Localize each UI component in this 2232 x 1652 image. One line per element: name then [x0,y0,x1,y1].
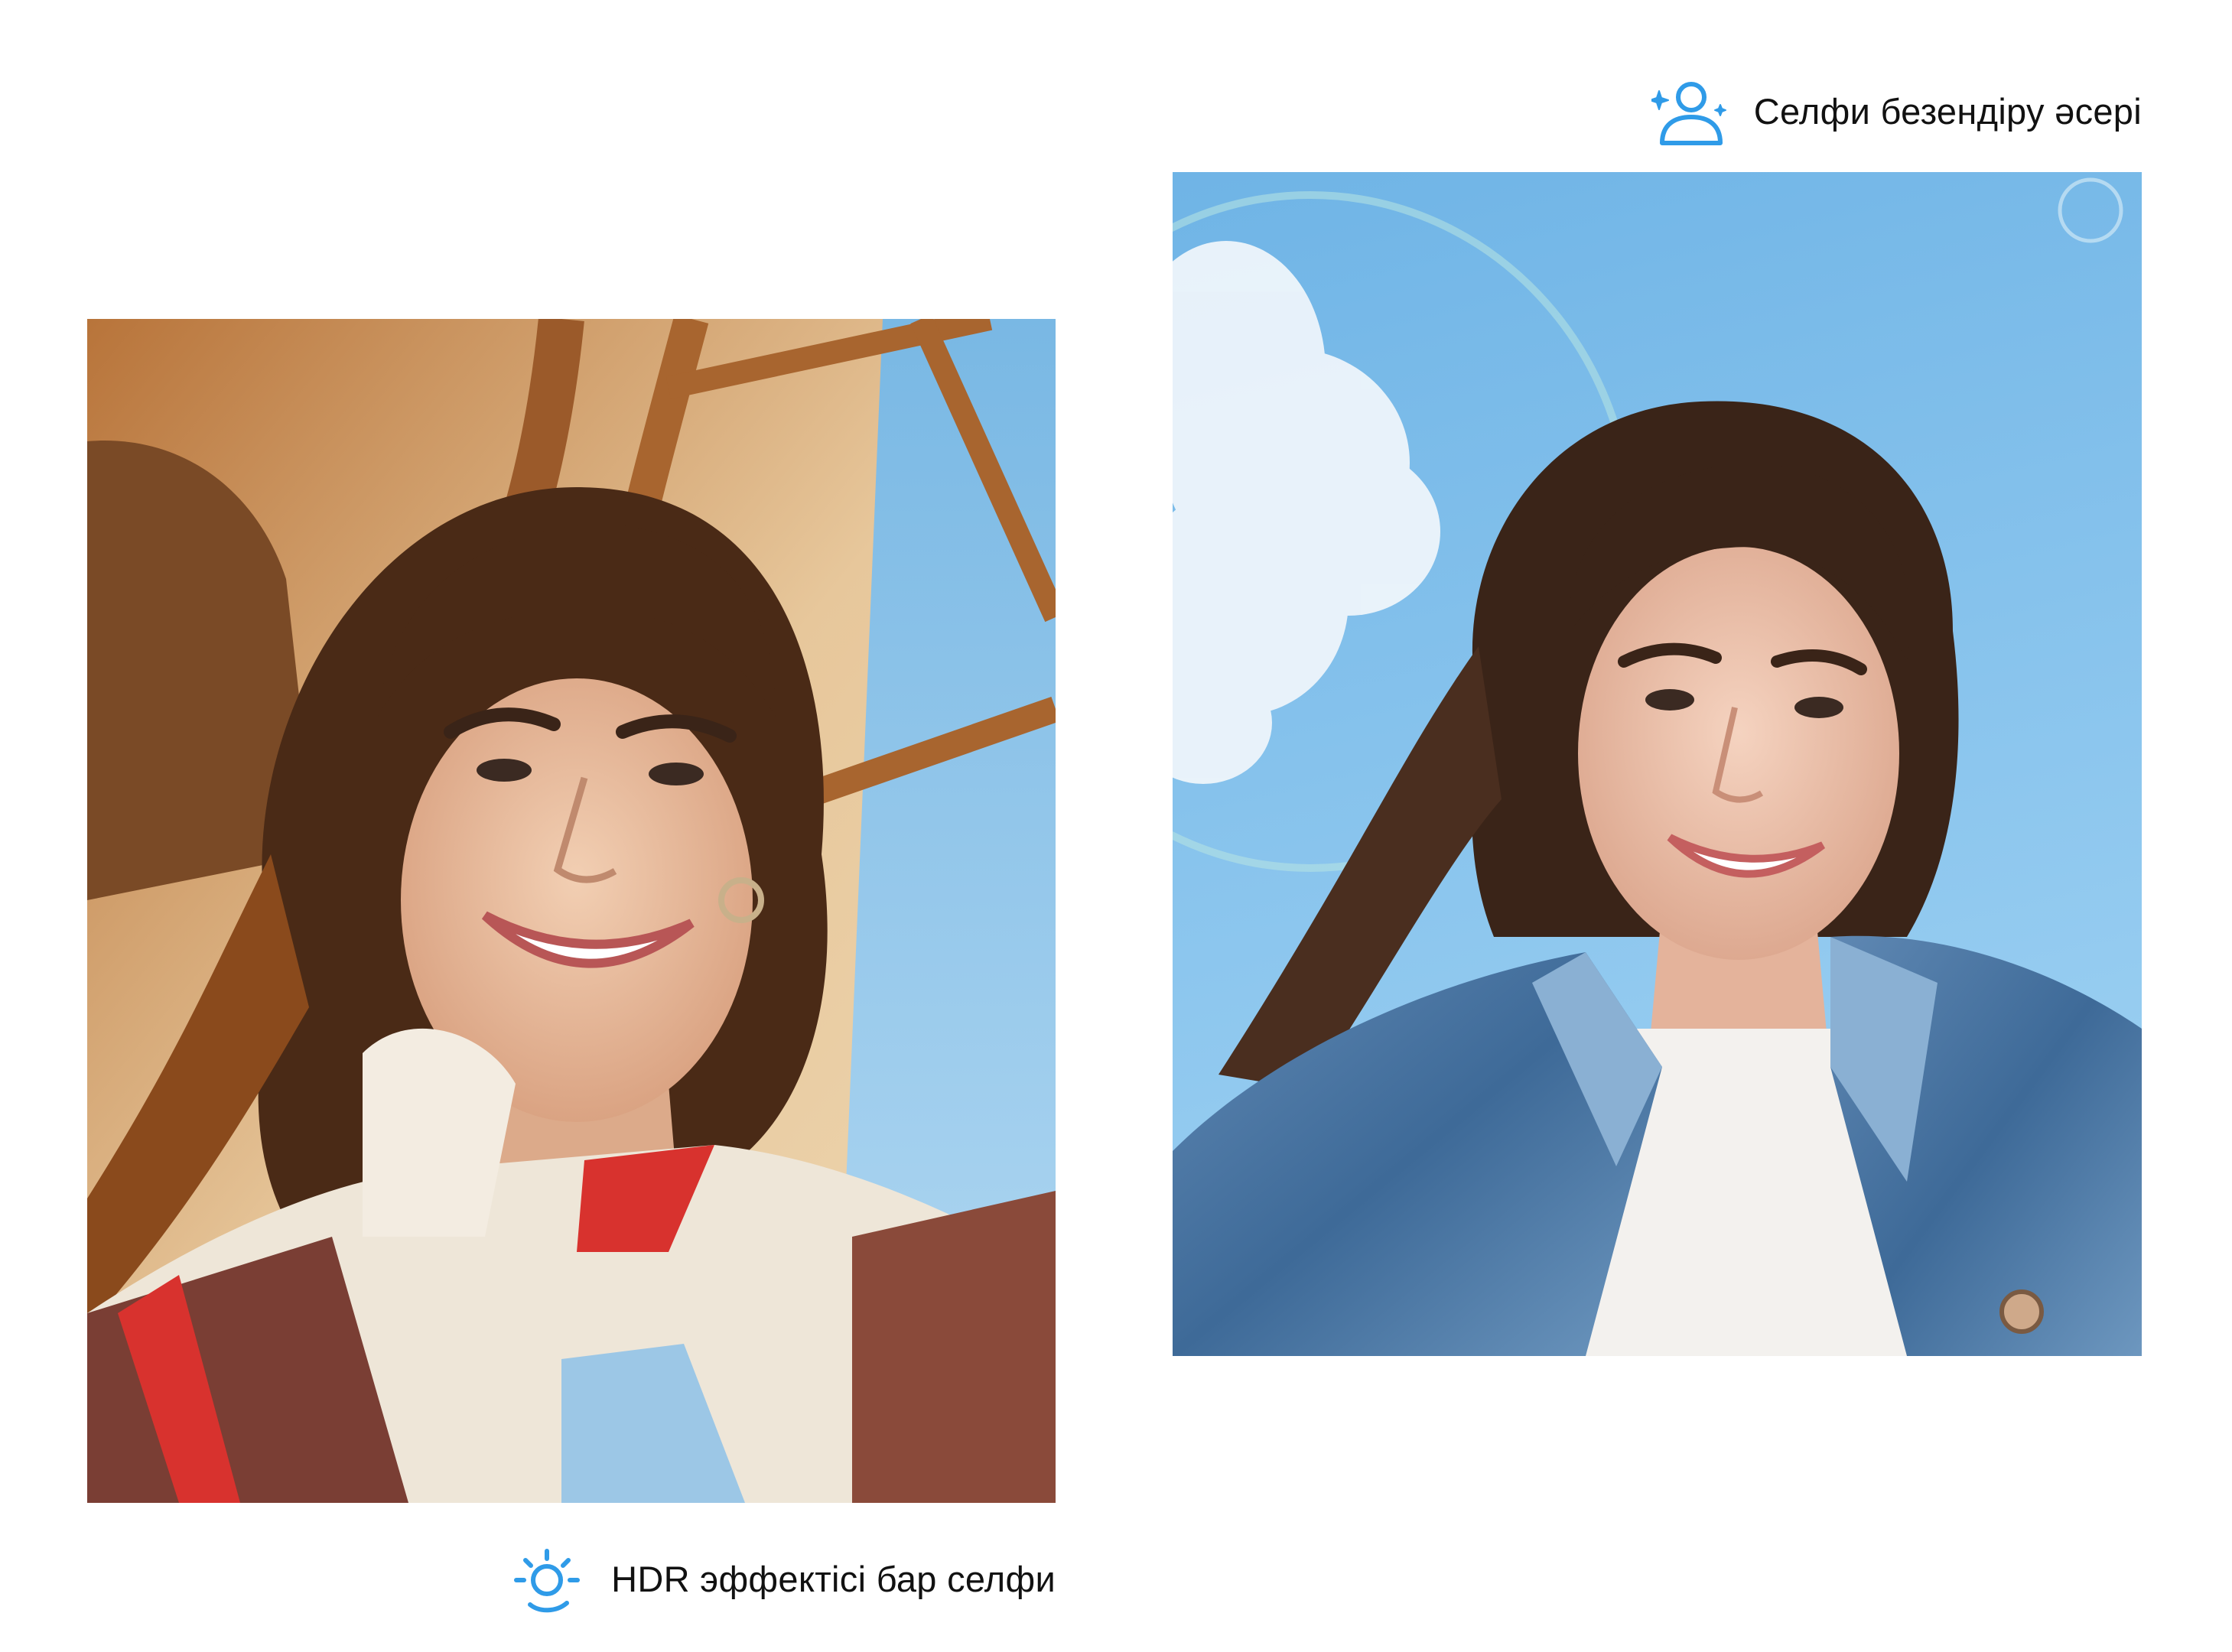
sun-hdr-icon [514,1549,581,1613]
caption-beauty-effect: Селфи безендіру әсері [1651,73,2142,149]
beauty-selfie-illustration [1173,172,2142,1356]
caption-hdr-effect: HDR эффектісі бар селфи [509,1540,1056,1617]
person-sparkle-icon [1651,82,1726,145]
beauty-selfie-photo [1173,172,2142,1356]
caption-hdr-text: HDR эффектісі бар селфи [611,1558,1056,1599]
hdr-selfie-photo [87,319,1056,1503]
caption-beauty-text: Селфи безендіру әсері [1753,90,2142,132]
hdr-selfie-illustration [87,319,1056,1503]
